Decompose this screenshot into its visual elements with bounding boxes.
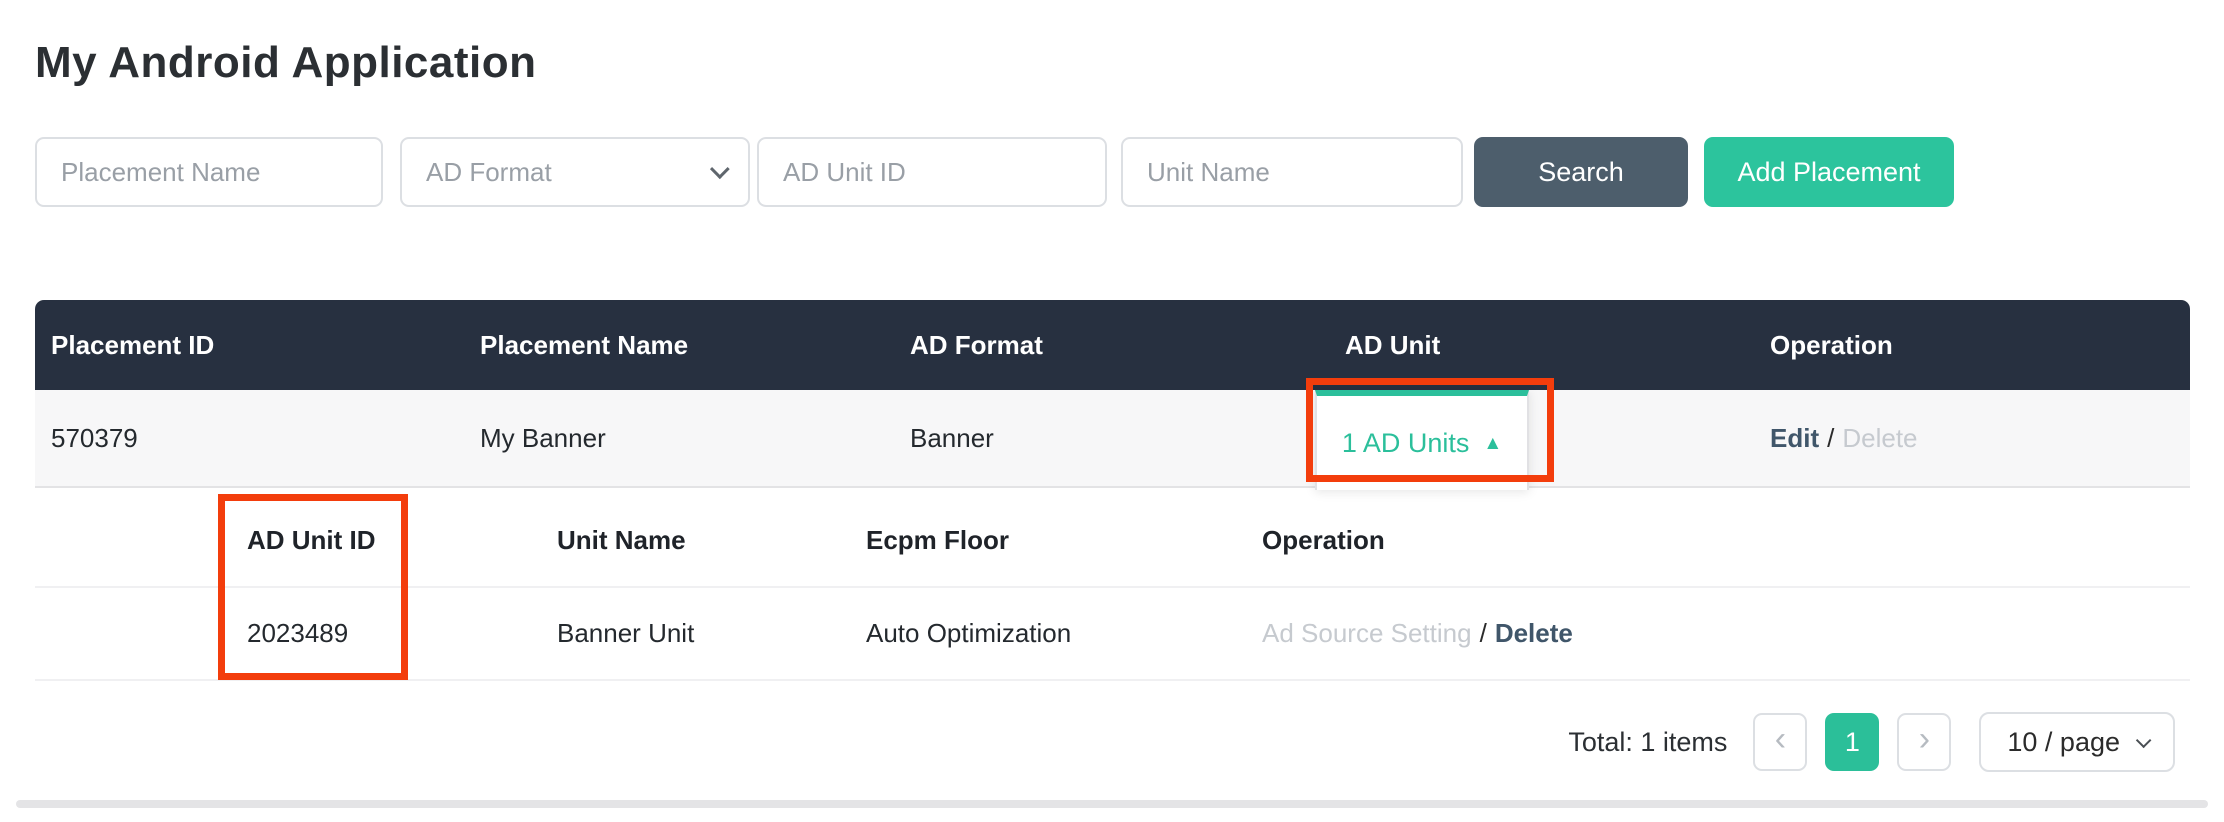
header-placement-id: Placement ID <box>51 330 215 360</box>
page-size-select[interactable]: 10 / page <box>1979 712 2175 772</box>
page-title: My Android Application <box>35 38 537 87</box>
operation-separator: / <box>1827 423 1835 453</box>
subtable-header-row: AD Unit ID Unit Name Ecpm Floor Operatio… <box>35 494 2190 588</box>
subheader-unit-name: Unit Name <box>557 525 686 555</box>
caret-up-icon: ▲ <box>1483 432 1503 454</box>
pagination-next-button[interactable]: › <box>1897 713 1952 771</box>
delete-link-disabled: Delete <box>1842 423 1918 453</box>
subheader-ecpm-floor: Ecpm Floor <box>866 525 1010 555</box>
subtable-row: 2023489 Banner Unit Auto Optimization Ad… <box>35 588 2190 681</box>
pagination-total: Total: 1 items <box>1568 726 1728 757</box>
operation-separator: / <box>1479 618 1487 648</box>
page-size-label: 10 / page <box>2007 726 2120 757</box>
pagination: Total: 1 items ‹ 1 › 10 / page <box>1568 712 2175 772</box>
cell-ad-format: Banner <box>910 423 994 453</box>
header-ad-format: AD Format <box>910 330 1043 360</box>
table-row: 570379 My Banner Banner Edit / Delete <box>35 390 2190 488</box>
add-placement-button[interactable]: Add Placement <box>1704 137 1954 207</box>
cell-placement-id: 570379 <box>51 423 138 453</box>
header-placement-name: Placement Name <box>480 330 689 360</box>
ad-units-toggle[interactable]: 1 AD Units ▲ <box>1315 390 1529 490</box>
header-operation: Operation <box>1770 330 1893 360</box>
search-button[interactable]: Search <box>1474 137 1688 207</box>
subcell-unit-name: Banner Unit <box>557 618 695 648</box>
ad-format-select[interactable]: AD Format <box>400 137 750 207</box>
subheader-ad-unit-id: AD Unit ID <box>247 525 376 555</box>
subcell-ad-unit-id: 2023489 <box>247 618 349 648</box>
pagination-page-1-button[interactable]: 1 <box>1825 713 1880 771</box>
subrow-delete-link[interactable]: Delete <box>1495 618 1573 648</box>
subheader-operation: Operation <box>1262 525 1385 555</box>
pagination-prev-button[interactable]: ‹ <box>1753 713 1808 771</box>
card-bottom-divider <box>16 800 2208 808</box>
cell-placement-name: My Banner <box>480 423 606 453</box>
subcell-operation: Ad Source Setting / Delete <box>1262 588 1573 679</box>
table-header-row: Placement ID Placement Name AD Format AD… <box>35 300 2190 390</box>
ad-units-toggle-label: 1 AD Units <box>1341 427 1470 458</box>
edit-link[interactable]: Edit <box>1770 423 1819 453</box>
chevron-down-icon <box>2135 732 2152 748</box>
header-ad-unit: AD Unit <box>1345 330 1441 360</box>
placement-name-input[interactable] <box>35 137 383 207</box>
cell-operation: Edit / Delete <box>1770 390 1918 486</box>
chevron-down-icon <box>709 159 730 180</box>
ad-source-setting-link-disabled: Ad Source Setting <box>1262 618 1472 648</box>
ad-unit-id-input[interactable] <box>757 137 1107 207</box>
unit-name-input[interactable] <box>1121 137 1463 207</box>
subcell-ecpm-floor: Auto Optimization <box>866 618 1072 648</box>
placement-management-page: My Android Application AD Format Search … <box>0 0 2224 822</box>
ad-format-select-label: AD Format <box>426 156 552 187</box>
